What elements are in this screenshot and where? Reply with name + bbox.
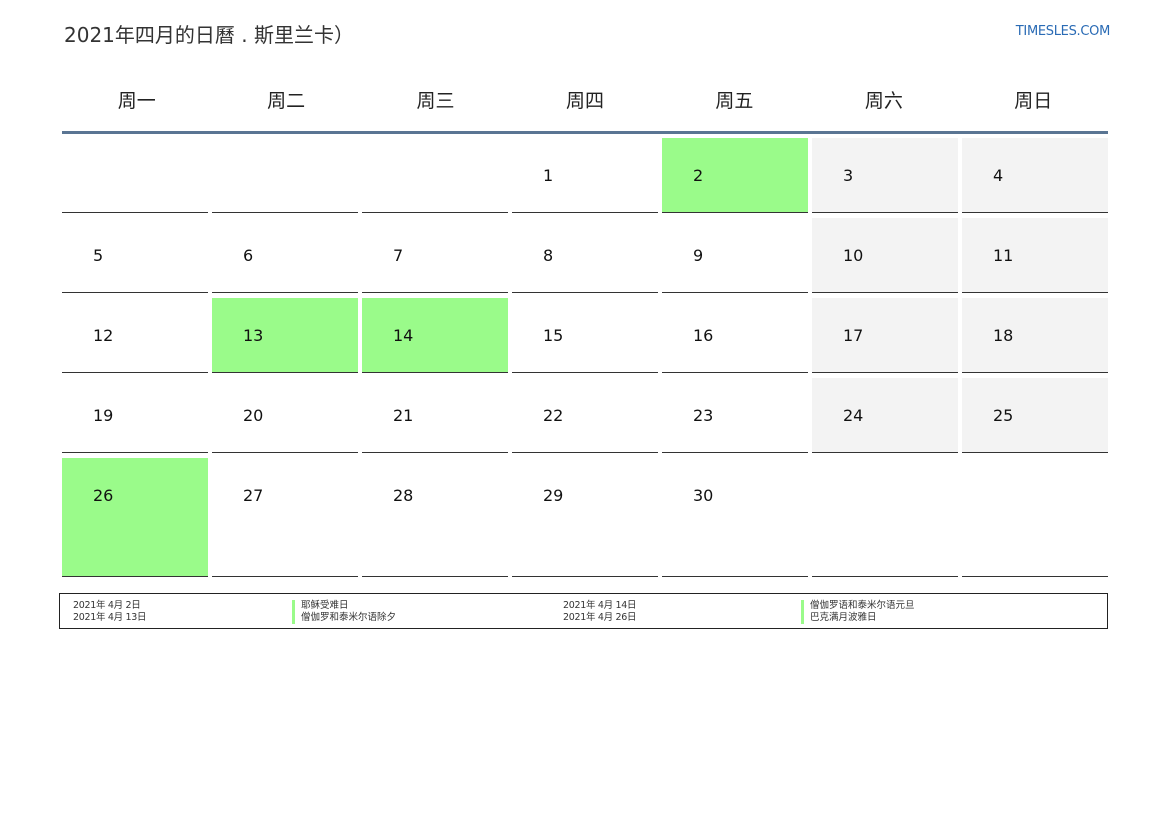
day-cell[interactable]: 21 bbox=[362, 378, 508, 453]
day-cell bbox=[62, 138, 208, 213]
site-link[interactable]: TIMESLES.COM bbox=[1016, 24, 1111, 39]
holiday-date: 2021年 4月 13日 bbox=[73, 612, 147, 623]
day-cell[interactable]: 15 bbox=[512, 298, 658, 373]
holiday-name: 耶稣受难日 bbox=[301, 600, 349, 611]
day-number: 29 bbox=[543, 486, 564, 505]
day-cell[interactable]: 16 bbox=[662, 298, 808, 373]
day-number: 22 bbox=[543, 406, 564, 425]
day-cell[interactable]: 11 bbox=[962, 218, 1108, 293]
day-cell bbox=[362, 138, 508, 213]
day-number: 21 bbox=[393, 406, 414, 425]
day-number: 4 bbox=[993, 166, 1004, 185]
holiday-legend: 2021年 4月 2日 2021年 4月 13日 耶稣受难日 僧伽罗和泰米尔语除… bbox=[59, 593, 1108, 629]
day-cell[interactable]: 10 bbox=[812, 218, 958, 293]
day-cell[interactable]: 29 bbox=[512, 458, 658, 577]
page-title: 2021年四月的日曆 . 斯里兰卡） bbox=[64, 23, 354, 47]
day-cell[interactable]: 13 bbox=[212, 298, 358, 373]
day-grid: 1 2 3 4 5 6 7 8 9 10 11 12 13 14 15 16 17 18 19 20 21 22 23 24 2… bbox=[62, 138, 1108, 582]
day-cell[interactable]: 18 bbox=[962, 298, 1108, 373]
day-number: 27 bbox=[243, 486, 264, 505]
day-cell[interactable]: 26 bbox=[62, 458, 208, 577]
day-cell[interactable]: 6 bbox=[212, 218, 358, 293]
day-cell[interactable]: 20 bbox=[212, 378, 358, 453]
day-cell[interactable]: 17 bbox=[812, 298, 958, 373]
day-cell[interactable]: 3 bbox=[812, 138, 958, 213]
day-number: 7 bbox=[393, 246, 404, 265]
day-number: 18 bbox=[993, 326, 1014, 345]
legend-names-right: 僧伽罗语和泰米尔语元旦 巴克满月波雅日 bbox=[801, 600, 915, 624]
weekday-sat: 周六 bbox=[864, 90, 903, 112]
day-cell[interactable]: 25 bbox=[962, 378, 1108, 453]
day-cell bbox=[812, 458, 958, 577]
holiday-name: 僧伽罗语和泰米尔语元旦 bbox=[810, 600, 915, 611]
day-number: 6 bbox=[243, 246, 254, 265]
legend-dates-left: 2021年 4月 2日 2021年 4月 13日 bbox=[73, 600, 147, 624]
day-cell[interactable]: 1 bbox=[512, 138, 658, 213]
day-number: 1 bbox=[543, 166, 554, 185]
day-number: 3 bbox=[843, 166, 854, 185]
day-cell[interactable]: 4 bbox=[962, 138, 1108, 213]
day-cell[interactable]: 30 bbox=[662, 458, 808, 577]
holiday-name: 僧伽罗和泰米尔语除夕 bbox=[301, 612, 397, 623]
day-cell[interactable]: 8 bbox=[512, 218, 658, 293]
day-number: 10 bbox=[843, 246, 864, 265]
weekday-mon: 周一 bbox=[117, 90, 156, 112]
holiday-date: 2021年 4月 14日 bbox=[563, 600, 637, 611]
day-cell[interactable]: 28 bbox=[362, 458, 508, 577]
day-cell[interactable]: 24 bbox=[812, 378, 958, 453]
weekday-sun: 周日 bbox=[1014, 90, 1053, 112]
calendar: 周一 周二 周三 周四 周五 周六 周日 1 2 3 4 5 6 7 8 9 10 11 12 13 14… bbox=[62, 68, 1108, 582]
day-number: 23 bbox=[693, 406, 714, 425]
day-cell[interactable]: 12 bbox=[62, 298, 208, 373]
day-cell bbox=[212, 138, 358, 213]
day-number: 17 bbox=[843, 326, 864, 345]
day-number: 15 bbox=[543, 326, 564, 345]
holiday-name: 巴克满月波雅日 bbox=[810, 612, 877, 623]
day-number: 19 bbox=[93, 406, 114, 425]
weekday-tue: 周二 bbox=[267, 90, 306, 112]
day-cell bbox=[962, 458, 1108, 577]
day-cell[interactable]: 22 bbox=[512, 378, 658, 453]
weekday-header: 周一 周二 周三 周四 周五 周六 周日 bbox=[62, 68, 1108, 134]
legend-names-left: 耶稣受难日 僧伽罗和泰米尔语除夕 bbox=[292, 600, 396, 624]
day-number: 11 bbox=[993, 246, 1014, 265]
day-number: 12 bbox=[93, 326, 114, 345]
day-cell[interactable]: 9 bbox=[662, 218, 808, 293]
day-number: 9 bbox=[693, 246, 704, 265]
day-number: 30 bbox=[693, 486, 714, 505]
weekday-fri: 周五 bbox=[715, 90, 754, 112]
day-number: 16 bbox=[693, 326, 714, 345]
holiday-date: 2021年 4月 26日 bbox=[563, 612, 637, 623]
day-cell[interactable]: 7 bbox=[362, 218, 508, 293]
day-cell[interactable]: 19 bbox=[62, 378, 208, 453]
day-number: 5 bbox=[93, 246, 104, 265]
weekday-thu: 周四 bbox=[565, 90, 604, 112]
day-number: 13 bbox=[243, 326, 264, 345]
day-number: 14 bbox=[393, 326, 414, 345]
day-number: 28 bbox=[393, 486, 414, 505]
day-number: 24 bbox=[843, 406, 864, 425]
legend-dates-right: 2021年 4月 14日 2021年 4月 26日 bbox=[563, 600, 637, 624]
day-number: 8 bbox=[543, 246, 554, 265]
weekday-wed: 周三 bbox=[416, 90, 455, 112]
day-number: 25 bbox=[993, 406, 1014, 425]
day-cell[interactable]: 23 bbox=[662, 378, 808, 453]
holiday-date: 2021年 4月 2日 bbox=[73, 600, 141, 611]
day-cell[interactable]: 27 bbox=[212, 458, 358, 577]
day-number: 20 bbox=[243, 406, 264, 425]
day-cell[interactable]: 2 bbox=[662, 138, 808, 213]
day-cell[interactable]: 14 bbox=[362, 298, 508, 373]
day-number: 26 bbox=[93, 486, 114, 505]
day-cell[interactable]: 5 bbox=[62, 218, 208, 293]
day-number: 2 bbox=[693, 166, 704, 185]
